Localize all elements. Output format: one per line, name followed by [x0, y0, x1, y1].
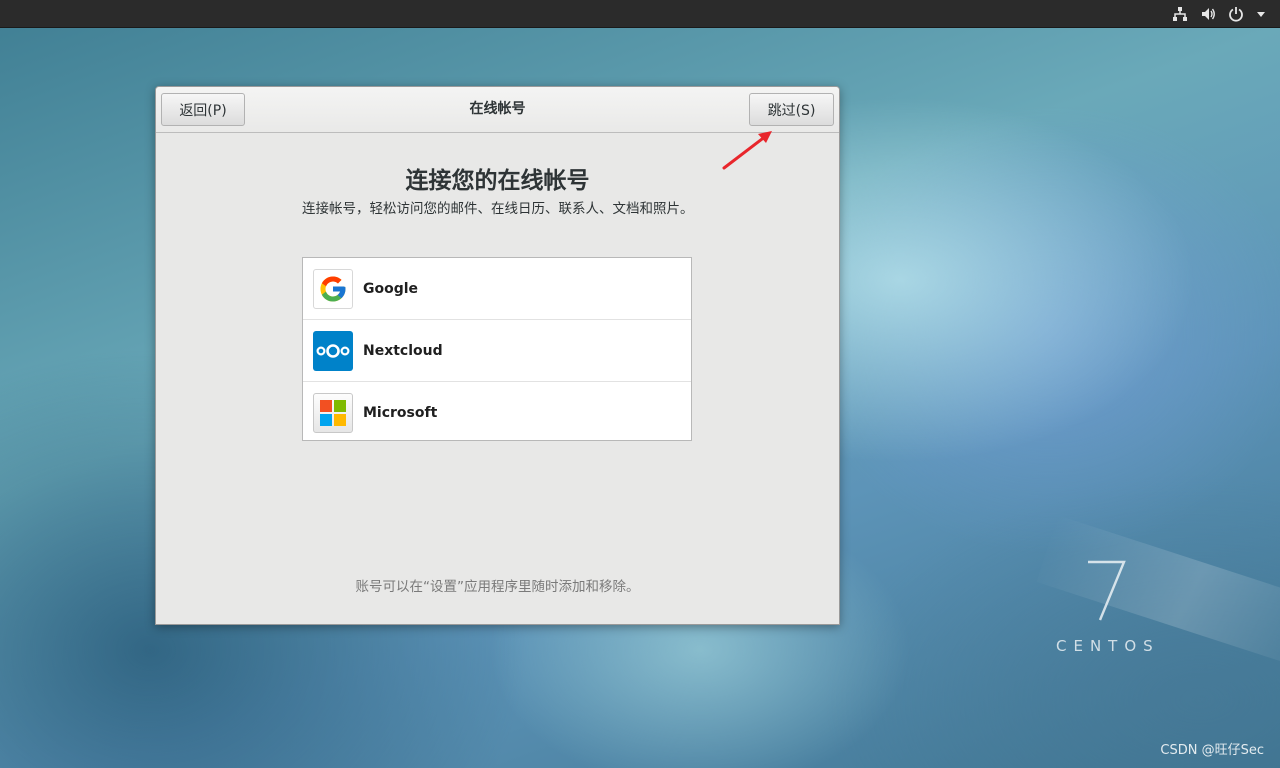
google-icon	[313, 268, 353, 309]
watermark: CSDN @旺仔Sec	[1160, 743, 1264, 758]
provider-label-nextcloud: Nextcloud	[363, 342, 443, 359]
system-tray[interactable]	[1172, 0, 1266, 27]
provider-nextcloud[interactable]: Nextcloud	[303, 320, 691, 382]
provider-microsoft[interactable]: Microsoft	[303, 382, 691, 443]
provider-list: Google Nextcloud Microsoft	[302, 257, 692, 441]
provider-label-google: Google	[363, 280, 419, 297]
provider-google[interactable]: Google	[303, 258, 691, 320]
back-button[interactable]: 返回(P)	[161, 93, 245, 126]
volume-icon[interactable]	[1200, 6, 1216, 22]
network-icon[interactable]	[1172, 6, 1188, 22]
centos-seven-logo	[1088, 560, 1126, 621]
footer-note: 账号可以在“设置”应用程序里随时添加和移除。	[355, 579, 640, 595]
nextcloud-icon	[313, 330, 353, 371]
power-icon[interactable]	[1228, 6, 1244, 22]
centos-logo-text: CENTOS	[1056, 637, 1160, 655]
microsoft-icon	[313, 392, 353, 433]
page-description: 连接帐号，轻松访问您的邮件、在线日历、联系人、文档和照片。	[302, 201, 694, 217]
red-arrow-annotation	[722, 131, 772, 170]
provider-label-microsoft: Microsoft	[363, 404, 438, 421]
skip-button[interactable]: 跳过(S)	[749, 93, 834, 126]
menu-arrow-icon[interactable]	[1256, 9, 1266, 19]
top-bar	[0, 0, 1280, 28]
